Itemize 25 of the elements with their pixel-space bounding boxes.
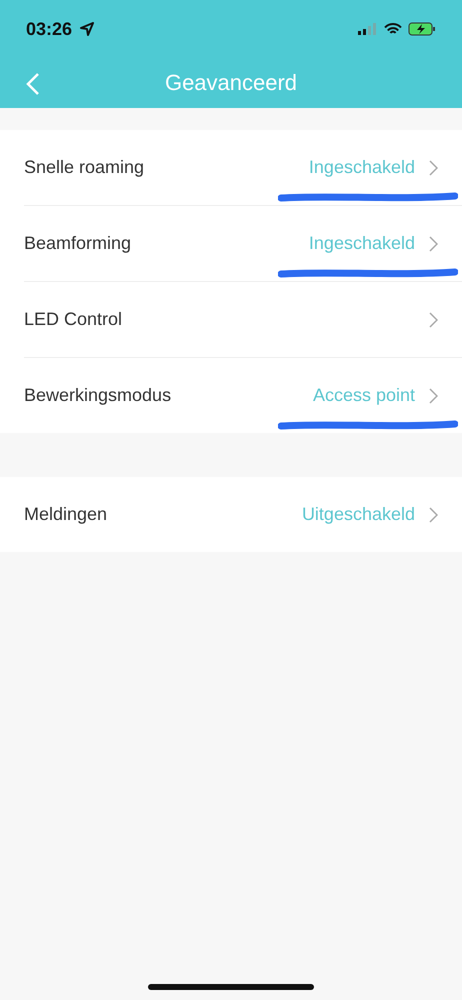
row-value: Uitgeschakeld <box>302 504 415 525</box>
settings-row[interactable]: LED Control <box>24 282 462 358</box>
page-title: Geavanceerd <box>164 70 298 96</box>
row-label: Meldingen <box>24 504 108 525</box>
row-value: Ingeschakeld <box>308 233 415 254</box>
settings-row[interactable]: Beamforming Ingeschakeld <box>24 206 462 282</box>
battery-charging-icon <box>408 22 436 36</box>
row-label: LED Control <box>24 309 124 330</box>
row-value: Access point <box>312 385 415 406</box>
settings-row[interactable]: Bewerkingsmodus Access point <box>24 358 462 433</box>
chevron-icon <box>429 506 438 522</box>
row-label: Snelle roaming <box>24 157 146 178</box>
settings-row[interactable]: Meldingen Uitgeschakeld <box>24 477 462 552</box>
chevron-icon <box>429 312 438 328</box>
chevron-icon <box>429 236 438 252</box>
status-time: 03:26 <box>26 18 72 40</box>
settings-row[interactable]: Snelle roaming Ingeschakeld <box>24 130 462 206</box>
wifi-icon <box>384 22 402 36</box>
row-label: Bewerkingsmodus <box>24 385 172 406</box>
chevron-icon <box>429 388 438 404</box>
chevron-icon <box>429 160 438 176</box>
row-value: Ingeschakeld <box>308 157 415 178</box>
row-label: Beamforming <box>24 233 132 254</box>
signal-icon <box>358 23 378 35</box>
location-icon <box>80 22 94 36</box>
